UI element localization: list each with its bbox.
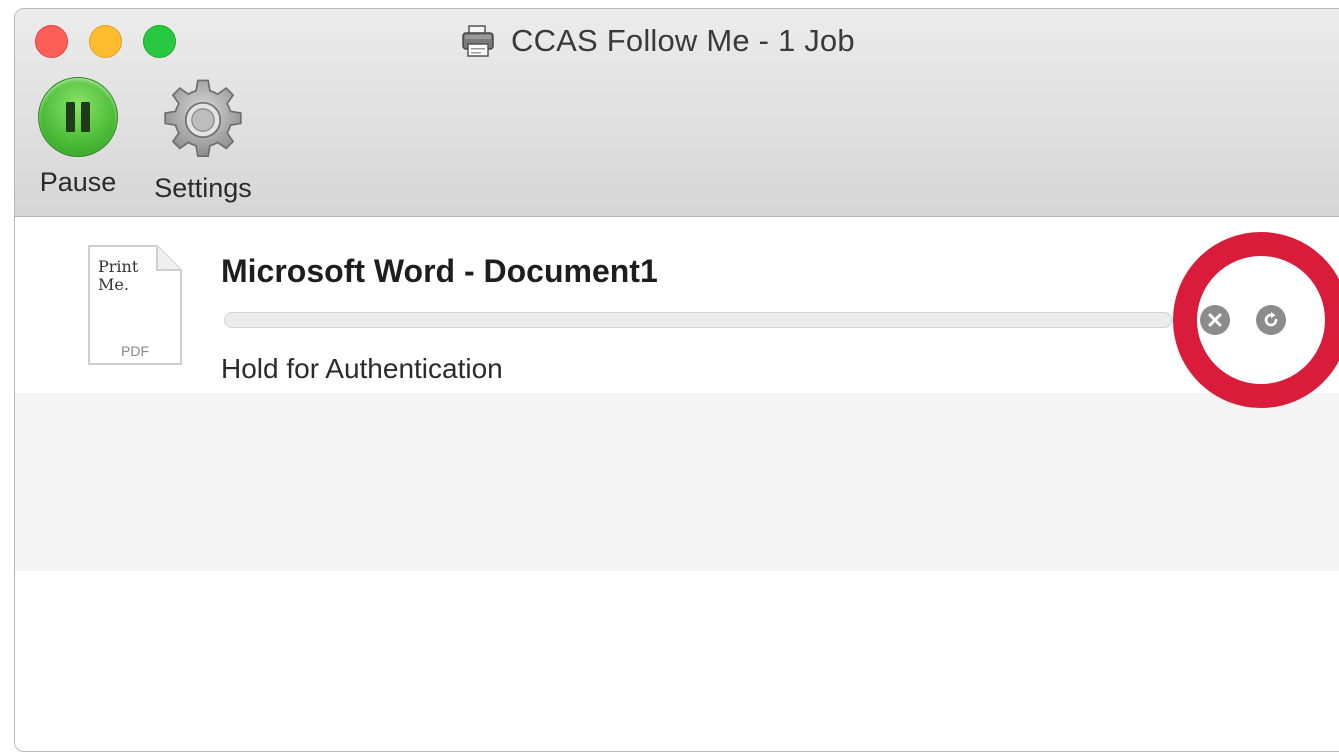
job-status: Hold for Authentication (221, 353, 503, 384)
thumbnail-text-line2: Me. (98, 275, 129, 294)
pdf-document-icon: Print Me. PDF (88, 245, 182, 365)
thumbnail-type-label: PDF (121, 343, 149, 359)
pause-button[interactable]: Pause (35, 77, 121, 198)
window-title-group: CCAS Follow Me - 1 Job (459, 21, 855, 61)
resume-job-button[interactable] (1256, 305, 1286, 335)
settings-button[interactable]: Settings (143, 77, 263, 204)
empty-list-row (15, 393, 1339, 571)
window-title: CCAS Follow Me - 1 Job (511, 23, 855, 58)
minimize-window-button[interactable] (89, 25, 122, 58)
job-list: Print Me. PDF Microsoft Word - Document1… (15, 217, 1339, 751)
cancel-job-button[interactable] (1200, 305, 1230, 335)
close-circle-icon[interactable] (1208, 313, 1222, 327)
list-item[interactable]: Print Me. PDF Microsoft Word - Document1… (15, 217, 1339, 393)
printer-icon (462, 25, 494, 57)
refresh-icon[interactable] (1262, 311, 1280, 329)
pause-icon[interactable] (38, 77, 118, 157)
close-window-button[interactable] (35, 25, 68, 58)
settings-label[interactable]: Settings (154, 173, 252, 204)
zoom-window-button[interactable] (143, 25, 176, 58)
job-title: Microsoft Word - Document1 (221, 253, 658, 289)
pause-label[interactable]: Pause (40, 167, 117, 198)
print-queue-window: CCAS Follow Me - 1 Job Pause Settings Pr… (14, 8, 1339, 752)
gear-icon[interactable] (160, 77, 246, 163)
thumbnail-text-line1: Print (98, 257, 139, 276)
job-progress-bar (224, 312, 1172, 328)
title-toolbar-bar: CCAS Follow Me - 1 Job Pause Settings (15, 9, 1339, 217)
